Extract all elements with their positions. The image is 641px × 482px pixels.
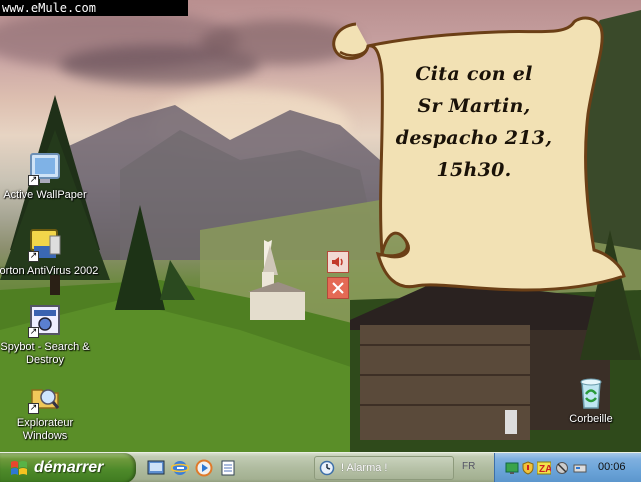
desktop-icon-label: Active WallPaper (3, 189, 87, 201)
show-desktop-icon[interactable] (147, 459, 165, 477)
svg-text:ZA: ZA (539, 464, 551, 475)
zonealarm-icon[interactable]: ZA (537, 461, 551, 475)
monitor-tray-icon[interactable] (505, 461, 519, 475)
security-shield-icon[interactable] (521, 461, 535, 475)
note-line: Sr Martin, (417, 95, 531, 117)
shortcut-arrow-icon: ↗ (28, 175, 39, 186)
desktop-icon-spybot[interactable]: ↗ Spybot - Search & Destroy (0, 304, 105, 367)
spybot-icon: ↗ (28, 304, 62, 338)
shortcut-arrow-icon: ↗ (28, 251, 39, 262)
desktop-icon-active-wallpaper[interactable]: ↗ Active WallPaper (0, 152, 90, 202)
close-note-button[interactable] (327, 277, 349, 299)
desktop[interactable]: www.eMule.com ↗ Active WallPaper ↗ Norto… (0, 0, 641, 452)
windows-logo-icon (11, 461, 27, 475)
clock[interactable]: 00:06 (598, 461, 626, 473)
internet-explorer-icon[interactable] (171, 459, 189, 477)
monitor-icon: ↗ (28, 152, 62, 186)
norton-icon: ↗ (28, 228, 62, 262)
start-button[interactable]: démarrer (0, 453, 136, 482)
taskbar-button-label: ! Alarma ! (341, 462, 388, 474)
drive-icon[interactable] (573, 461, 587, 475)
desktop-icon-label: Corbeille (569, 413, 613, 425)
desktop-icon-label: Norton AntiVirus 2002 (0, 265, 99, 277)
alarm-clock-icon (319, 460, 335, 476)
close-icon (332, 282, 344, 294)
shortcut-arrow-icon: ↗ (28, 403, 39, 414)
language-indicator[interactable]: FR (462, 461, 475, 472)
shortcut-arrow-icon: ↗ (28, 327, 39, 338)
emule-watermark: www.eMule.com (0, 0, 188, 16)
note-line: 15h30. (436, 159, 512, 181)
notepad-icon[interactable] (219, 459, 237, 477)
sound-button[interactable] (327, 251, 349, 273)
start-label: démarrer (34, 459, 104, 476)
desktop-icon-label: Explorateur Windows (16, 417, 74, 442)
note-line: Cita con el (415, 63, 533, 85)
recycle-bin-icon (574, 376, 608, 410)
desktop-icon-recycle-bin[interactable]: Corbeille (546, 376, 636, 426)
desktop-icon-label: Spybot - Search & Destroy (0, 341, 90, 366)
speaker-icon (332, 257, 343, 267)
taskbar-button-alarma[interactable]: ! Alarma ! (314, 456, 454, 480)
desktop-icon-norton-antivirus[interactable]: ↗ Norton AntiVirus 2002 (0, 228, 105, 278)
network-icon[interactable] (555, 461, 569, 475)
note-text: Cita con el Sr Martin, despacho 213, 15h… (378, 58, 570, 186)
explorer-icon: ↗ (28, 380, 62, 414)
media-player-icon[interactable] (195, 459, 213, 477)
desktop-icon-windows-explorer[interactable]: ↗ Explorateur Windows (0, 380, 90, 443)
taskbar: démarrer ! Alarma ! FR ZA 00:06 (0, 452, 641, 482)
note-line: despacho 213, (395, 127, 553, 149)
